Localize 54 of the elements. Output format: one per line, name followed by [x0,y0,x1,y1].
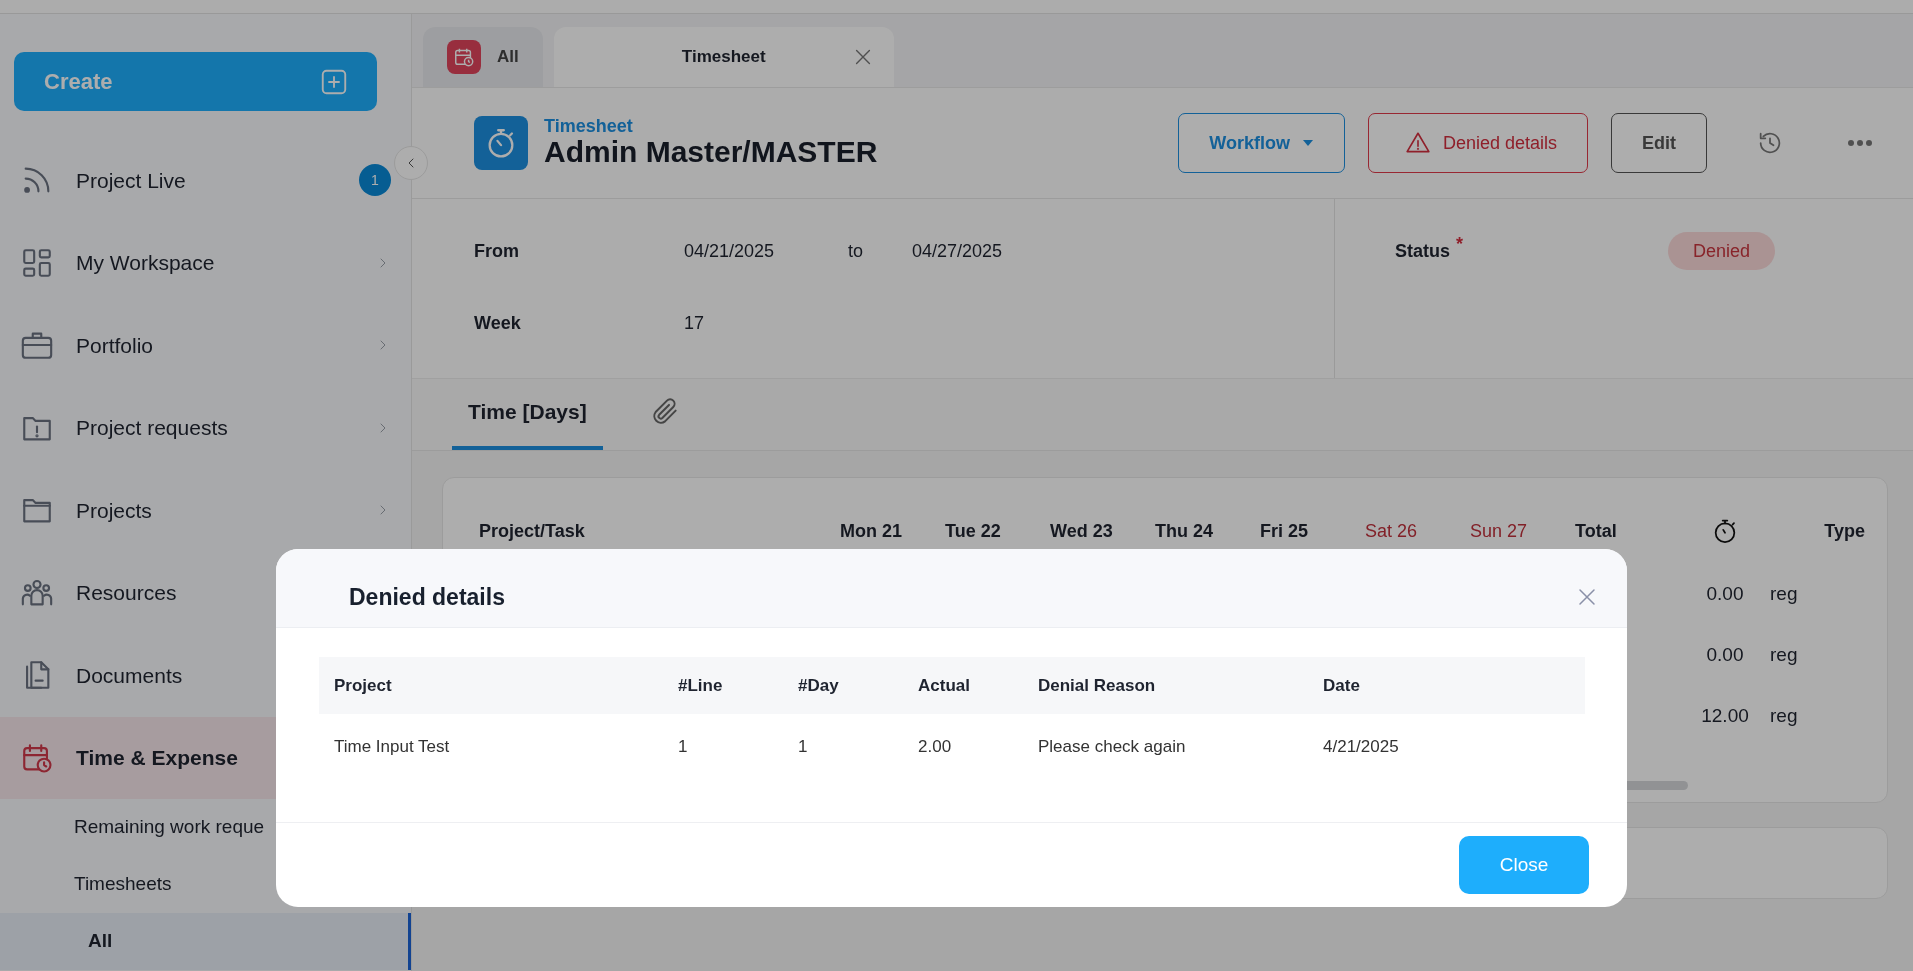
tab[interactable]: All [423,27,543,87]
table-cell-text: 1 [798,735,808,758]
column-header: #Day [798,674,839,697]
column-header: Project [334,674,392,697]
table-cell-text: reg [1770,582,1798,607]
count-badge: 1 [359,164,391,197]
calendar-clock-icon [447,40,481,74]
field-label: Week [474,312,522,335]
table-cell-text: 1 [678,735,688,758]
column-header: Total [1575,519,1617,543]
column-header: Sun 27 [1470,519,1528,543]
caret-icon [1301,139,1314,147]
sidebar-item[interactable]: Portfolio [0,304,411,387]
page-subtitle: Timesheet [544,116,634,135]
column-header: Wed 23 [1050,519,1113,543]
table-cell-text: 2.00 [918,735,952,758]
column-header: Sat 26 [1365,519,1418,543]
field-value: 17 [684,312,705,335]
column-header: Tue 22 [945,519,1001,543]
field-label: Status [1395,240,1450,263]
table-cell-text: Please check again [1038,735,1186,758]
stopwatch-icon [474,116,528,170]
table-cell-text: reg [1770,643,1798,668]
required-mark: * [1456,235,1464,253]
denied-details-button[interactable]: Denied details [1367,113,1588,173]
column-header: Thu 24 [1155,519,1213,543]
table-cell-text: 0.00 [1706,582,1744,607]
field-value: 04/27/2025 [912,240,1003,263]
field-label: to [848,240,864,263]
table-cell-text: reg [1770,704,1798,729]
page-title: Admin Master/MASTER [544,134,878,170]
status-badge: Denied [1668,232,1776,270]
sidebar-subitem[interactable]: All [0,913,411,970]
more-icon[interactable] [1847,139,1873,147]
table-cell-text: 4/21/2025 [1323,735,1399,758]
table-cell-text: 0.00 [1706,643,1744,668]
field-value: 04/21/2025 [684,240,776,263]
column-header: Type [1824,519,1865,543]
column-header: Date [1323,674,1360,697]
sidebar-item[interactable]: Projects [0,469,411,552]
edit-button[interactable]: Edit [1611,113,1707,173]
column-header: Actual [918,674,970,697]
sidebar-item[interactable]: My Workspace [0,221,411,304]
column-header: Project/Task [479,519,585,543]
sidebar-item[interactable]: Project Live 1 [0,139,411,222]
dialog-title: Denied details [349,582,505,612]
table-cell-text: 12.00 [1701,704,1749,729]
column-header: Denial Reason [1038,674,1156,697]
column-header: Mon 21 [840,519,902,543]
sidebar-item[interactable]: Project requests [0,386,411,469]
field-label: From [474,240,520,263]
column-header: Fri 25 [1260,519,1309,543]
column-header: #Line [678,674,723,697]
tab[interactable]: Timesheet [553,27,894,87]
